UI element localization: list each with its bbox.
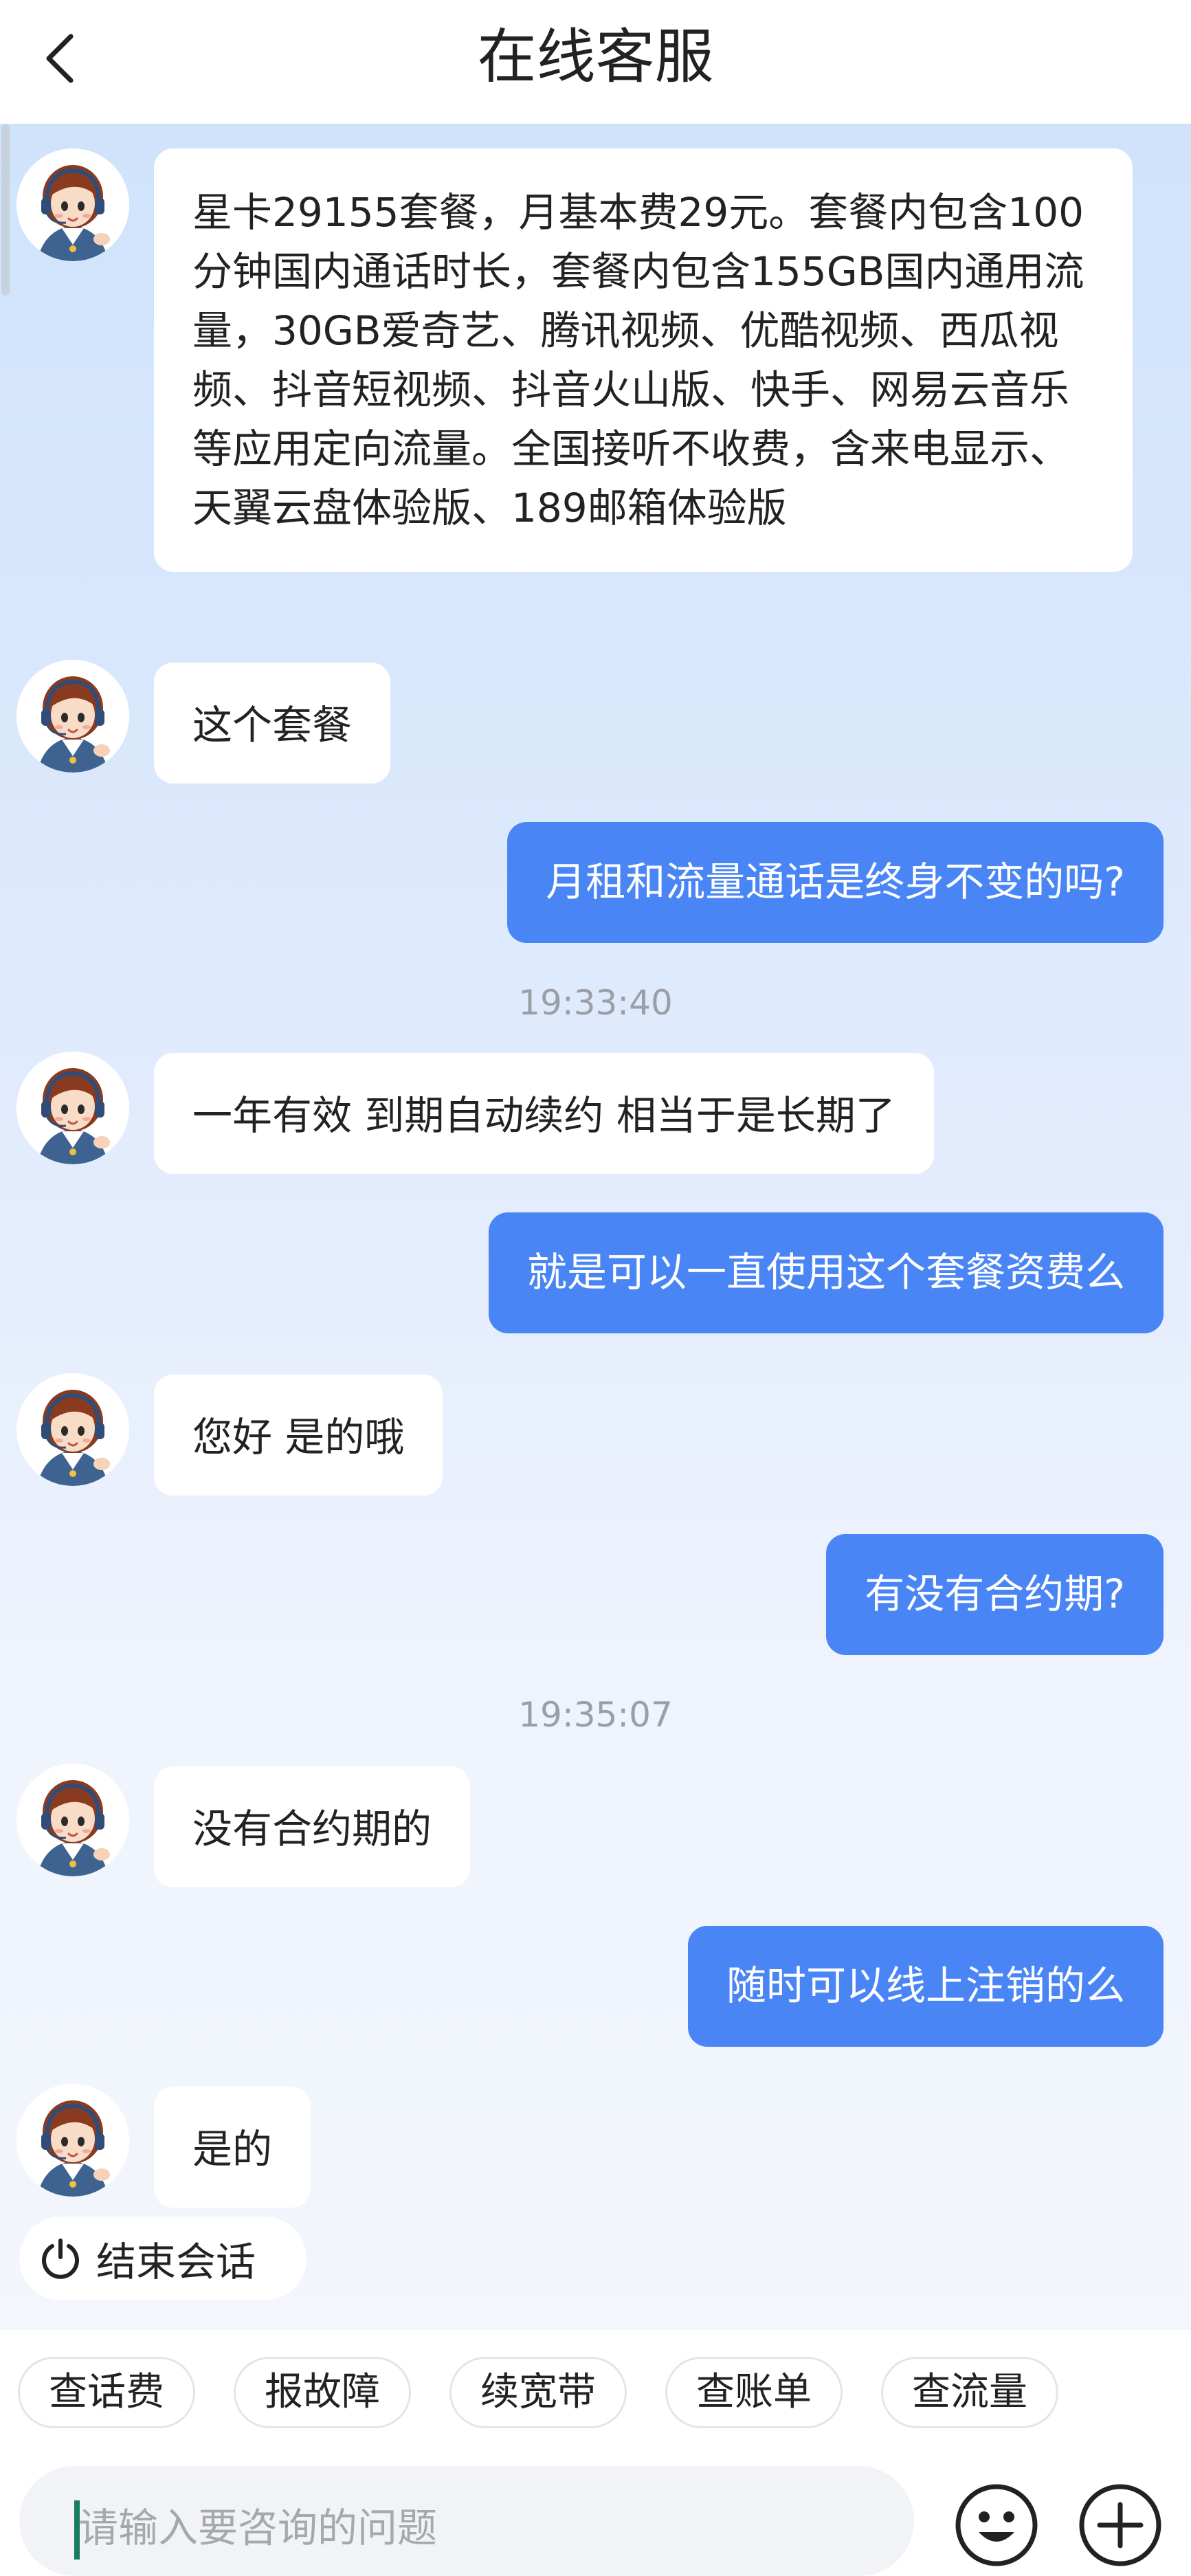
quick-action-chip[interactable]: 查流量 — [881, 2357, 1058, 2428]
app: 在线客服 星卡29155套餐，月基本费29元。套餐内包含100分钟国内通话时长，… — [0, 0, 1191, 2576]
user-message: 随时可以线上注销的么 — [687, 1926, 1164, 2047]
quick-action-chip[interactable]: 续宽带 — [449, 2357, 627, 2428]
user-message: 月租和流量通话是终身不变的吗? — [507, 822, 1164, 943]
page-title: 在线客服 — [477, 23, 714, 91]
agent-message: 这个套餐 — [154, 663, 391, 784]
agent-avatar — [16, 1373, 129, 1486]
power-icon — [42, 2239, 79, 2279]
user-message: 有没有合约期? — [826, 1534, 1164, 1655]
end-session-button[interactable]: 结束会话 — [19, 2217, 307, 2300]
quick-action-chip[interactable]: 查话费 — [18, 2357, 195, 2428]
user-message: 就是可以一直使用这个套餐资费么 — [488, 1212, 1164, 1333]
agent-avatar-illustration — [16, 660, 129, 773]
message-input-wrapper[interactable] — [19, 2466, 914, 2576]
emoji-icon — [955, 2484, 1038, 2566]
agent-avatar-illustration — [16, 1052, 129, 1164]
message-input[interactable] — [78, 2487, 889, 2569]
agent-avatar — [16, 1764, 129, 1876]
agent-avatar-illustration — [16, 148, 129, 261]
quick-action-chip[interactable]: 报故障 — [234, 2357, 411, 2428]
agent-message: 没有合约期的 — [154, 1766, 471, 1887]
agent-message: 您好 是的哦 — [154, 1375, 443, 1496]
agent-avatar — [16, 1052, 129, 1164]
emoji-button[interactable] — [951, 2480, 1042, 2571]
input-bar — [0, 2454, 1191, 2576]
timestamp: 19:33:40 — [518, 983, 673, 1023]
agent-avatar — [16, 148, 129, 261]
chat-area[interactable]: 星卡29155套餐，月基本费29元。套餐内包含100分钟国内通话时长，套餐内包含… — [0, 124, 1191, 2330]
quick-actions-bar: 查话费 报故障 续宽带 查账单 查流量 — [0, 2330, 1191, 2454]
agent-message: 星卡29155套餐，月基本费29元。套餐内包含100分钟国内通话时长，套餐内包含… — [154, 148, 1133, 572]
plus-icon — [1079, 2484, 1161, 2566]
end-session-label: 结束会话 — [96, 2239, 256, 2285]
timestamp: 19:35:07 — [518, 1695, 673, 1735]
agent-avatar — [16, 660, 129, 773]
plus-button[interactable] — [1075, 2480, 1166, 2571]
quick-action-chip[interactable]: 查账单 — [665, 2357, 843, 2428]
agent-avatar-illustration — [16, 1764, 129, 1876]
scrollbar-thumb[interactable] — [1, 124, 10, 296]
agent-avatar-illustration — [16, 1373, 129, 1486]
agent-message: 是的 — [154, 2087, 311, 2208]
agent-message: 一年有效 到期自动续约 相当于是长期了 — [154, 1053, 934, 1174]
agent-avatar-illustration — [16, 2084, 129, 2197]
header: 在线客服 — [0, 0, 1191, 124]
agent-avatar — [16, 2084, 129, 2197]
